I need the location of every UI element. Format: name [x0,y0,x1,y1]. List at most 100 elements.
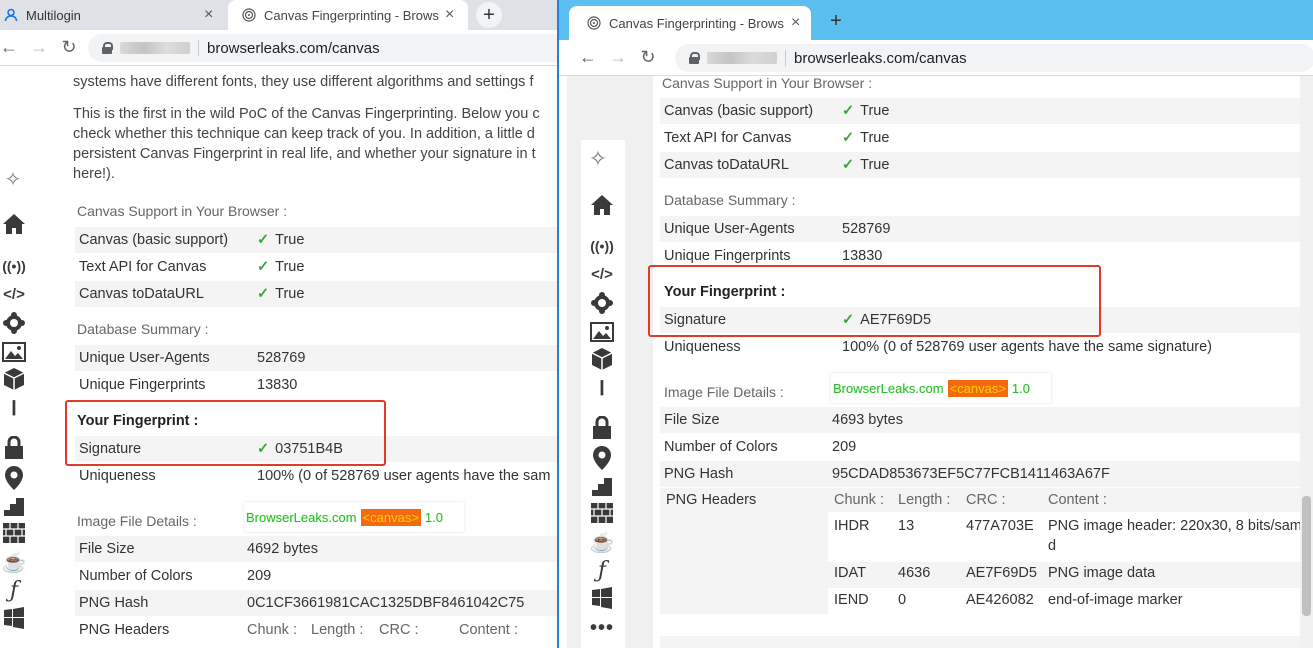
highlight-box [648,265,1101,337]
wireless-icon[interactable]: ((•)) [0,254,28,278]
intro-text-line: systems have different fonts, they use d… [73,74,534,90]
reload-icon[interactable]: ↻ [633,47,663,68]
home-icon[interactable] [585,190,619,220]
java-cup-icon[interactable]: ☕ [0,548,28,576]
firewall-icon[interactable] [0,520,28,546]
scrollbar[interactable] [1300,76,1313,648]
firewall-icon[interactable] [585,500,619,526]
windows-icon[interactable] [0,604,28,632]
reload-icon[interactable]: ↻ [54,37,84,58]
close-tab-icon[interactable]: × [445,6,454,24]
database-summary-title: Database Summary : [664,192,796,208]
png-header-col: Length : [898,492,951,508]
stairs-icon[interactable] [0,492,28,520]
row-value: 528769 [257,350,306,366]
right-page-sidebar: ✧ ((•)) </> Ⅰ ☕ ƒ ••• [581,140,625,648]
row-key: Unique Fingerprints [664,248,791,264]
new-tab-button[interactable]: + [476,2,502,28]
windows-icon[interactable] [585,584,619,612]
checkmark-icon: ✓ [842,103,855,119]
chunk-crc: 477A703E [966,518,1034,534]
table-row: Canvas (basic support) ✓ True [660,98,1306,124]
address-bar[interactable]: browserleaks.com/canvas [675,44,1313,72]
image-icon[interactable] [0,340,28,364]
checkmark-icon: ✓ [257,232,270,248]
tab-label: Canvas Fingerprinting - Brows [609,15,784,31]
close-tab-icon[interactable]: × [791,14,800,32]
lock-icon [102,42,113,54]
fingerprint-icon [587,16,601,30]
back-arrow-icon[interactable]: ← [573,47,603,68]
canvas-test-image: BrowserLeaks.com <canvas> 1.0 [244,502,464,532]
lock-icon[interactable] [0,434,28,462]
row-key: Canvas toDataURL [79,286,204,302]
address-bar[interactable]: browserleaks.com/canvas [88,34,557,62]
left-page-sidebar: ✧ ((•)) </> Ⅰ ☕ ƒ [0,160,30,648]
new-tab-button[interactable]: + [823,8,849,34]
row-value: 100% (0 of 528769 user agents have the s… [257,468,551,484]
puzzle-icon[interactable] [0,310,28,336]
location-pin-icon[interactable] [585,444,619,472]
canvas-test-image: BrowserLeaks.com <canvas> 1.0 [831,373,1051,403]
text-cursor-icon[interactable]: Ⅰ [0,394,28,422]
code-icon[interactable]: </> [0,282,28,306]
row-key: Canvas (basic support) [79,232,229,248]
chunk-crc: AE426082 [966,592,1034,608]
java-cup-icon[interactable]: ☕ [585,528,619,556]
row-value: ✓ True [842,103,890,119]
tab-canvas-fingerprinting[interactable]: Canvas Fingerprinting - Brows × [569,6,811,40]
checkmark-icon: ✓ [257,259,270,275]
row-key: PNG Headers [79,622,170,638]
image-icon[interactable] [585,320,619,344]
close-tab-icon[interactable]: × [204,6,213,24]
home-icon[interactable] [0,210,28,238]
stairs-icon[interactable] [585,472,619,500]
intro-text-line: persistent Canvas Fingerprint in real li… [73,146,536,162]
uniqueness-row: Uniqueness 100% (0 of 528769 user agents… [75,463,557,489]
puzzle-icon[interactable] [585,290,619,316]
row-key: Canvas toDataURL [664,157,789,173]
row-key: File Size [79,541,135,557]
flash-icon[interactable]: ƒ [0,576,28,604]
png-header-col: Content : [459,622,518,638]
tab-canvas-fingerprinting[interactable]: Canvas Fingerprinting - Brows × [228,0,468,30]
row-key: Unique User-Agents [79,350,210,366]
lock-icon[interactable] [585,414,619,442]
more-icon[interactable]: ••• [585,616,619,640]
row-value: 100% (0 of 528769 user agents have the s… [842,339,1212,355]
chunk-length: 0 [898,592,907,608]
cube-icon[interactable] [585,346,619,372]
table-row: Unique User-Agents 528769 [660,216,1306,242]
url-text: browserleaks.com/canvas [207,39,380,57]
uniqueness-row: Uniqueness 100% (0 of 528769 user agents… [660,334,1306,360]
intro-text-line: This is the first in the wild PoC of the… [73,106,540,122]
tab-multilogin[interactable]: Multilogin × [0,0,228,30]
canvas-support-title: Canvas Support in Your Browser : [77,203,288,219]
row-value: 13830 [257,377,298,393]
png-header-col: Chunk : [247,622,297,638]
forward-arrow-icon[interactable]: → [24,37,54,58]
code-icon[interactable]: </> [585,262,619,286]
row-value: 528769 [842,221,891,237]
table-row: File Size 4692 bytes [75,536,557,562]
pin-icon[interactable]: ✧ [581,142,615,176]
checkmark-icon: ✓ [257,286,270,302]
table-row: File Size 4693 bytes [660,407,1306,433]
table-row: Text API for Canvas ✓ True [660,125,1306,151]
table-row: Number of Colors 209 [660,434,1306,460]
table-row: Number of Colors 209 [75,563,557,589]
separator [198,40,199,56]
flash-icon[interactable]: ƒ [585,556,619,584]
wireless-icon[interactable]: ((•)) [585,234,619,258]
back-arrow-icon[interactable]: ← [0,37,18,58]
text-cursor-icon[interactable]: Ⅰ [585,374,619,402]
cube-icon[interactable] [0,366,28,392]
forward-arrow-icon[interactable]: → [603,47,633,68]
separator [785,50,786,66]
pin-icon[interactable]: ✧ [0,166,26,192]
location-pin-icon[interactable] [0,464,28,492]
table-row: PNG Hash 0C1CF3661981CAC1325DBF8461042C7… [75,590,557,616]
chunk-name: IHDR [834,518,870,534]
scrollbar-thumb[interactable] [1302,496,1311,616]
chunk-name: IDAT [834,565,866,581]
